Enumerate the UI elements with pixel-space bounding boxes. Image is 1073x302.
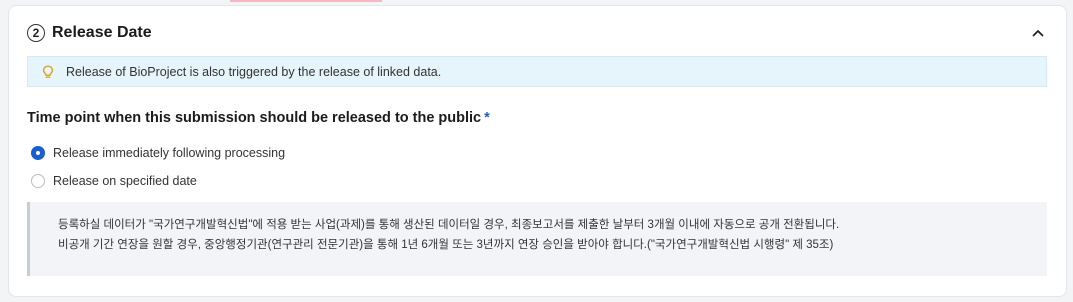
radio-release-immediately[interactable]: Release immediately following processing <box>31 146 285 160</box>
lightbulb-icon <box>42 64 56 79</box>
radio-selected-indicator[interactable] <box>31 146 45 160</box>
step-number-badge: 2 <box>27 24 45 42</box>
top-accent-line <box>230 0 382 2</box>
release-date-card: 2 Release Date Release of BioProject is … <box>8 5 1067 297</box>
question-label: Time point when this submission should b… <box>27 110 482 126</box>
required-mark: * <box>484 110 490 126</box>
info-banner-text: Release of BioProject is also triggered … <box>66 64 442 79</box>
radio-release-specified-date[interactable]: Release on specified date <box>31 174 197 188</box>
info-banner: Release of BioProject is also triggered … <box>27 56 1047 87</box>
section-title: Release Date <box>52 24 152 41</box>
radio-unselected-indicator[interactable] <box>31 174 45 188</box>
note-line: 비공개 기간 연장을 원할 경우, 중앙행정기관(연구관리 전문기관)을 통해 … <box>58 239 834 251</box>
radio-label: Release immediately following processing <box>53 146 286 160</box>
policy-note: 등록하실 데이터가 "국가연구개발혁신법"에 적용 받는 사업(과제)를 통해 … <box>27 202 1047 276</box>
chevron-up-icon <box>1032 30 1044 37</box>
section-header: 2 Release Date <box>27 22 1048 44</box>
note-line: 등록하실 데이터가 "국가연구개발혁신법"에 적용 받는 사업(과제)를 통해 … <box>58 219 840 231</box>
release-timepoint-question: Time point when this submission should b… <box>27 110 490 126</box>
collapse-button[interactable] <box>1028 23 1048 43</box>
radio-label: Release on specified date <box>53 174 197 188</box>
